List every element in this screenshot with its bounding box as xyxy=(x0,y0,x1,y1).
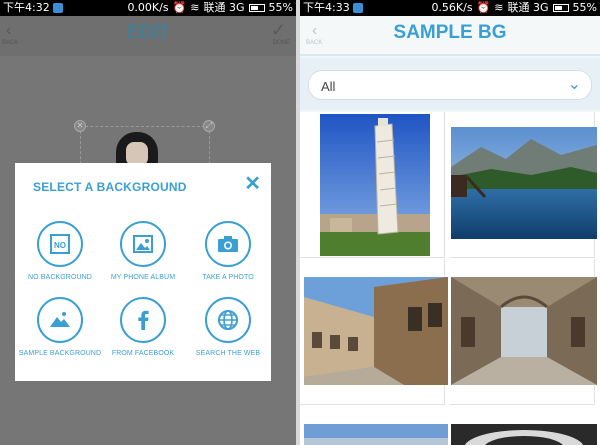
background-picker-dialog: SELECT A BACKGROUND ✕ NO NO BACKGROUND M… xyxy=(15,163,271,381)
carrier: 联通 3G xyxy=(203,1,245,14)
page-title: EDIT xyxy=(126,22,170,43)
status-bar-left: 下午4:32 0.00K/s ⏰ ≋ 联通 3G 55% xyxy=(0,0,296,16)
status-time: 下午4:32 xyxy=(3,1,50,14)
close-icon[interactable]: ✕ xyxy=(244,174,261,194)
wifi-icon: ≋ xyxy=(494,1,504,14)
facebook-icon xyxy=(120,297,166,343)
no-background-icon: NO xyxy=(37,221,83,267)
wifi-icon: ≋ xyxy=(190,1,200,14)
image-icon xyxy=(120,221,166,267)
take-a-photo-option[interactable]: TAKE A PHOTO xyxy=(173,221,283,281)
thumbnail-arcade-gallery[interactable] xyxy=(451,277,597,385)
sample-bg-screen: ‹ BACK SAMPLE BG All ⌄ xyxy=(300,0,600,445)
landscape-icon xyxy=(37,297,83,343)
status-time: 下午4:33 xyxy=(303,1,350,14)
battery-icon xyxy=(248,4,265,12)
thumbnail-grid xyxy=(300,112,600,445)
option-label: SEARCH THE WEB xyxy=(195,350,261,357)
category-select[interactable]: All ⌄ xyxy=(308,70,592,100)
status-bar-right: 下午4:33 0.56K/s ⏰ ≋ 联通 3G 55% xyxy=(300,0,600,16)
app-notification-icon xyxy=(52,3,63,13)
select-value: All xyxy=(321,79,336,94)
option-label: TAKE A PHOTO xyxy=(202,274,254,281)
chevron-down-icon: ⌄ xyxy=(567,76,581,93)
battery-percent: 55% xyxy=(268,1,293,14)
done-label[interactable]: DONE xyxy=(273,40,290,46)
delete-handle-icon[interactable]: ✕ xyxy=(74,120,86,132)
network-rate: 0.00K/s xyxy=(127,1,169,14)
battery-percent: 55% xyxy=(572,1,597,14)
globe-icon xyxy=(205,297,251,343)
alarm-icon: ⏰ xyxy=(172,1,187,14)
thumbnail-lake-mountains[interactable] xyxy=(451,127,597,239)
app-notification-icon xyxy=(352,3,363,13)
network-rate: 0.56K/s xyxy=(431,1,473,14)
svg-text:NO: NO xyxy=(54,241,66,250)
dialog-title: SELECT A BACKGROUND xyxy=(33,180,187,194)
thumbnail-more-2[interactable] xyxy=(451,424,597,445)
thumbnail-street-buildings[interactable] xyxy=(304,277,448,385)
page-title: SAMPLE BG xyxy=(393,22,507,43)
thumbnail-leaning-tower[interactable] xyxy=(320,114,430,256)
edit-screen: ‹ BACK EDIT ✓ DONE ✕ ⤢ SELECT A BACKGROU… xyxy=(0,0,296,445)
carrier: 联通 3G xyxy=(507,1,549,14)
resize-handle-icon[interactable]: ⤢ xyxy=(203,120,215,132)
battery-icon xyxy=(552,4,569,12)
camera-icon xyxy=(205,221,251,267)
thumbnail-more-1[interactable] xyxy=(304,424,448,445)
done-check-icon[interactable]: ✓ xyxy=(271,20,286,41)
search-the-web-option[interactable]: SEARCH THE WEB xyxy=(173,297,283,357)
alarm-icon: ⏰ xyxy=(476,1,491,14)
